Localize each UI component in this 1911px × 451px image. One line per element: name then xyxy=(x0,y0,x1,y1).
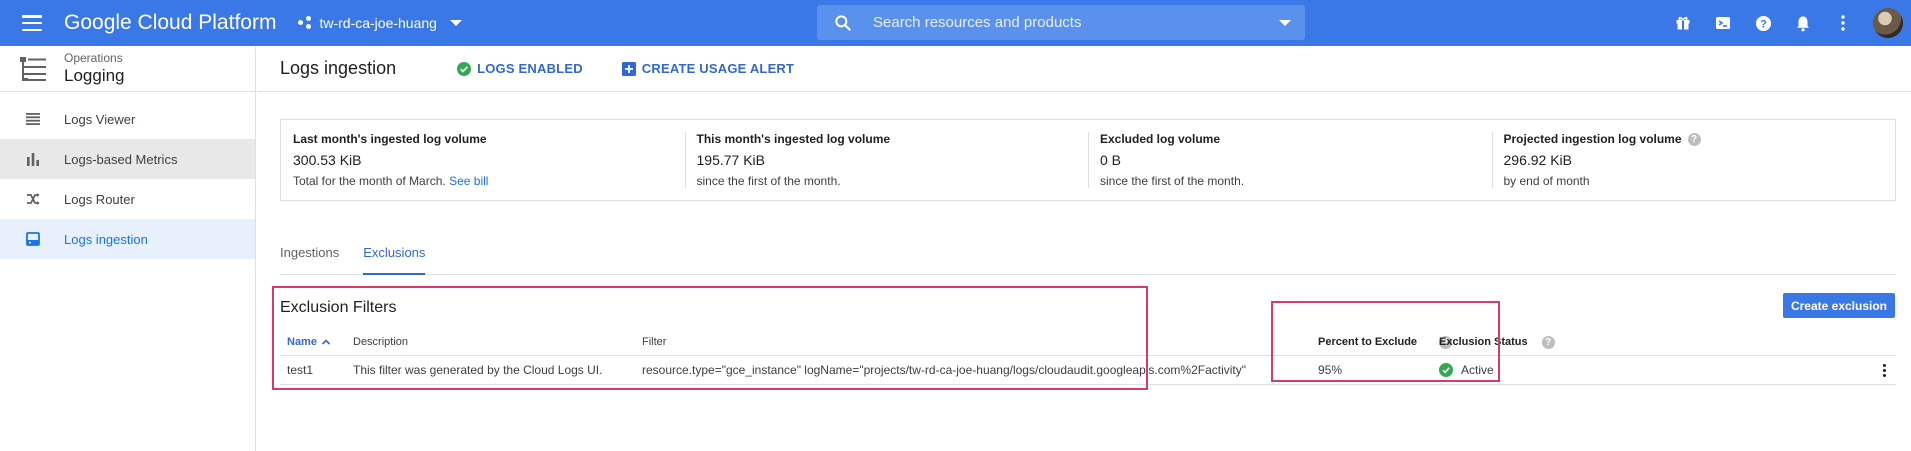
project-name: tw-rd-ca-joe-huang xyxy=(319,15,437,31)
search-icon xyxy=(835,14,851,31)
stat-subtext: since the first of the month. xyxy=(1100,174,1245,188)
stat-last-month: Last month's ingested log volume 300.53 … xyxy=(281,120,685,200)
list-icon xyxy=(25,111,41,127)
sidebar-header: Operations Logging xyxy=(0,46,255,92)
more-vert-icon[interactable] xyxy=(1823,0,1863,46)
sidebar-item-logs-router[interactable]: Logs Router xyxy=(0,179,255,219)
row-menu[interactable] xyxy=(1877,356,1892,384)
stat-this-month: This month's ingested log volume 195.77 … xyxy=(684,120,1089,200)
sidebar-item-label: Logs ingestion xyxy=(64,231,148,247)
sidebar-item-label: Logs Router xyxy=(64,191,135,207)
top-actions: ? xyxy=(1663,0,1911,46)
sidebar-item-label: Logs Viewer xyxy=(64,111,136,127)
stat-value: 0 B xyxy=(1100,152,1122,168)
router-icon xyxy=(25,191,41,207)
highlight-box-filters xyxy=(272,286,1148,390)
hamburger-menu-icon[interactable] xyxy=(20,11,44,35)
create-usage-alert-button[interactable]: CREATE USAGE ALERT xyxy=(621,61,795,76)
help-icon[interactable]: ? xyxy=(1541,335,1555,349)
see-bill-link[interactable]: See bill xyxy=(449,174,488,188)
gift-icon[interactable] xyxy=(1663,0,1703,46)
ingestion-stats: Last month's ingested log volume 300.53 … xyxy=(280,119,1896,201)
tab-exclusions[interactable]: Exclusions xyxy=(363,242,426,275)
stat-value: 296.92 KiB xyxy=(1503,152,1573,168)
check-circle-icon xyxy=(457,61,472,76)
chevron-down-icon xyxy=(449,20,462,26)
sidebar-item-logs-ingestion[interactable]: Logs ingestion xyxy=(0,219,255,259)
project-selector[interactable]: tw-rd-ca-joe-huang xyxy=(298,15,462,31)
sidebar-item-label: Logs-based Metrics xyxy=(64,151,178,167)
logs-enabled-button[interactable]: LOGS ENABLED xyxy=(457,61,583,76)
tab-bar: Ingestions Exclusions xyxy=(280,242,1896,275)
cloud-shell-icon[interactable] xyxy=(1703,0,1743,46)
page-header: Logs ingestion LOGS ENABLED CREATE USAGE… xyxy=(257,46,1911,92)
tab-ingestions[interactable]: Ingestions xyxy=(280,242,339,275)
brand-title[interactable]: Google Cloud Platform xyxy=(64,11,276,35)
more-vert-icon[interactable] xyxy=(1877,360,1892,381)
stat-excluded: Excluded log volume 0 B since the first … xyxy=(1088,120,1492,200)
stat-label-row: Projected ingestion log volume? xyxy=(1504,132,1884,146)
svg-text:?: ? xyxy=(1760,18,1767,30)
top-app-bar: Google Cloud Platform tw-rd-ca-joe-huang… xyxy=(0,0,1911,46)
stat-subtext-text: Total for the month of March. xyxy=(293,174,446,188)
bar-chart-icon xyxy=(25,151,41,167)
stat-subtext: since the first of the month. xyxy=(696,174,841,188)
stat-label: Excluded log volume xyxy=(1100,132,1221,146)
search-dropdown-icon[interactable] xyxy=(1279,19,1291,26)
stat-subtext: Total for the month of March. See bill xyxy=(293,174,673,188)
stat-projected: Projected ingestion log volume? 296.92 K… xyxy=(1491,120,1896,200)
sidebar-item-logs-based-metrics[interactable]: Logs-based Metrics xyxy=(0,139,255,179)
sidebar: Operations Logging Logs Viewer Logs-base… xyxy=(0,46,256,451)
sidebar-item-logs-viewer[interactable]: Logs Viewer xyxy=(0,99,255,139)
main-content: Logs ingestion LOGS ENABLED CREATE USAGE… xyxy=(257,46,1911,451)
stat-value: 195.77 KiB xyxy=(696,152,766,168)
search-input[interactable] xyxy=(873,14,1279,31)
create-usage-alert-label: CREATE USAGE ALERT xyxy=(641,61,795,76)
help-icon[interactable]: ? xyxy=(1743,0,1783,46)
stat-label: This month's ingested log volume xyxy=(696,132,891,146)
stat-subtext: by end of month xyxy=(1503,174,1590,188)
logging-product-icon xyxy=(20,56,46,81)
create-exclusion-button[interactable]: Create exclusion xyxy=(1782,293,1895,318)
avatar[interactable] xyxy=(1873,8,1903,38)
notifications-icon[interactable] xyxy=(1783,0,1823,46)
logs-enabled-label: LOGS ENABLED xyxy=(477,61,583,76)
stat-label: Last month's ingested log volume xyxy=(293,132,487,146)
project-icon xyxy=(298,16,312,30)
search-bar[interactable] xyxy=(817,5,1305,40)
page-title: Logs ingestion xyxy=(280,58,397,78)
stat-label: Projected ingestion log volume xyxy=(1503,132,1682,146)
sidebar-section-subtitle: Operations xyxy=(64,51,123,65)
help-icon[interactable]: ? xyxy=(1687,132,1701,146)
storage-icon xyxy=(25,231,41,247)
add-box-icon xyxy=(621,61,636,76)
highlight-box-status xyxy=(1271,301,1500,382)
stat-value: 300.53 KiB xyxy=(293,152,362,168)
sidebar-section-title: Logging xyxy=(64,66,125,85)
